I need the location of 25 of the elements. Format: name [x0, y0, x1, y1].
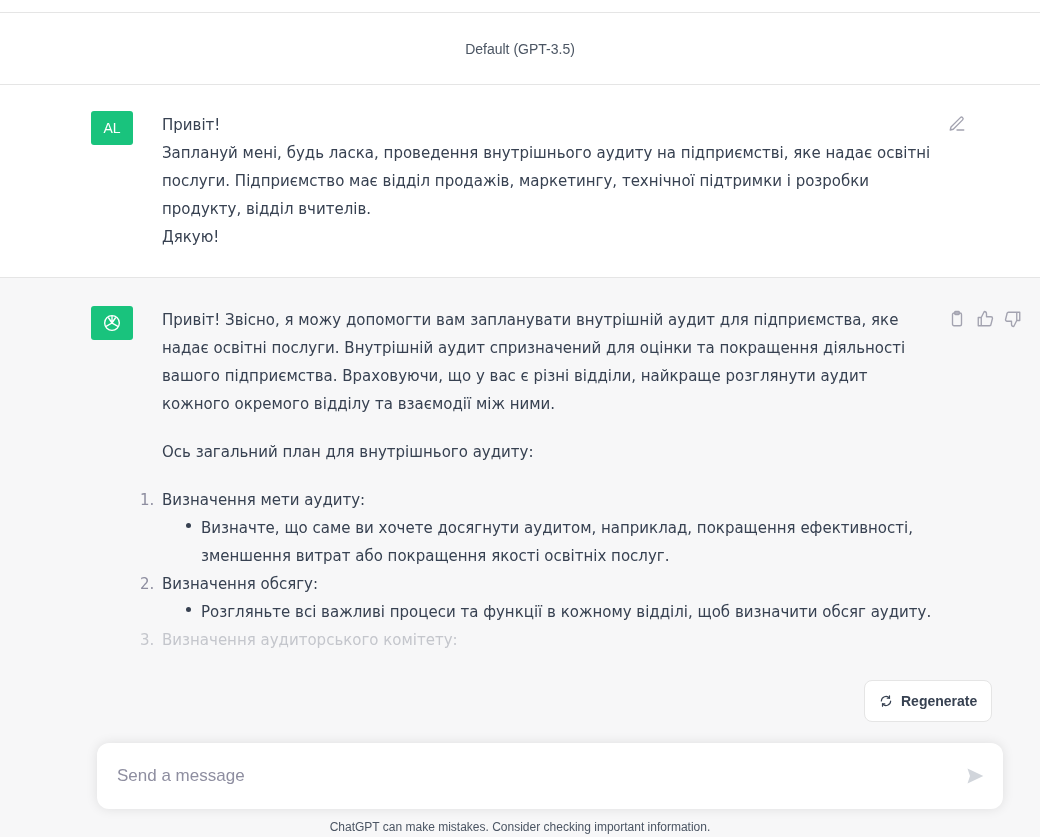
message-text: Ось загальний план для внутрішнього аудиту: [162, 442, 535, 463]
thumbs-down-icon[interactable] [1004, 310, 1022, 328]
edit-icon[interactable] [948, 115, 966, 133]
regenerate-button[interactable]: Regenerate [864, 680, 993, 722]
logo-icon [101, 312, 123, 334]
user-avatar: AL [91, 111, 133, 145]
refresh-icon [879, 694, 893, 708]
list-item-title: Визначення обсягу: [162, 574, 319, 595]
list-item-title: Визначення мети аудиту: [162, 490, 366, 511]
message-input[interactable]: Send a message [115, 765, 965, 787]
message-text: Привіт! [162, 115, 222, 136]
send-icon[interactable] [965, 766, 985, 786]
message-text: Заплануй мені, будь ласка, проведення внутрішнього аудиту на підприємстві, яке надає освітні послуги. Підприємство має відділ продажів, маркетингу, технічної підтримки і розробки продукту, відділ вчителів. [162, 143, 932, 220]
model-title: Default (GPT-3.5) [465, 40, 575, 57]
bullet-icon [186, 523, 191, 528]
message-text: Дякую! [162, 227, 221, 248]
bullet-text: Визначте, що саме ви хочете досягнути аудитом, наприклад, покращення ефективності, зменшення витрат або покращення якості освітніх послуг. [201, 518, 914, 567]
message-text: Привіт! Звісно, я можу допомогти вам запланувати внутрішній аудит для підприємства, яке надає освітні послуги. Внутрішній аудит спризначений для оцінки та покращення діяльності вашого підприємства. Враховуючи, що у вас є різні відділи, найкраще розглянути аудит кожного окремого відділу та взаємодії між ними. [162, 310, 907, 415]
list-number: 2. [140, 574, 156, 595]
message-composer[interactable]: Send a message [97, 743, 1003, 809]
disclaimer-text: ChatGPT can make mistakes. Consider checking important information. [329, 820, 711, 834]
bullet-text: Розгляньте всі важливі процеси та функції в кожному відділі, щоб визначити обсяг аудиту. [201, 602, 932, 623]
list-number: 1. [140, 490, 156, 511]
thumbs-up-icon[interactable] [976, 310, 994, 328]
bullet-icon [186, 607, 191, 612]
